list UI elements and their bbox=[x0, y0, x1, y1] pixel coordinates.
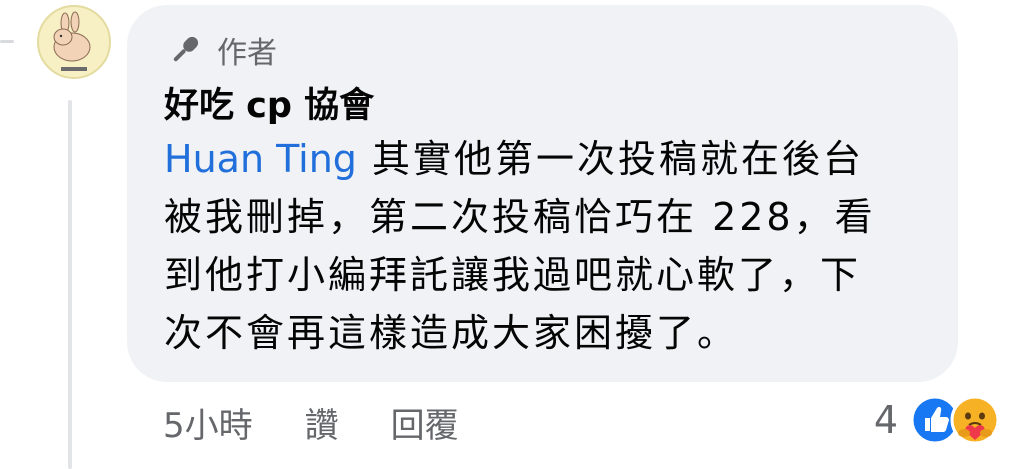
comment-actions: 5小時 讚 回覆 bbox=[163, 395, 459, 449]
thread-connector-vertical bbox=[68, 100, 72, 469]
reaction-count: 4 bbox=[873, 398, 898, 442]
mention-link[interactable]: Huan Ting bbox=[164, 137, 357, 181]
comment-author-name[interactable]: 好吃 cp 協會 bbox=[164, 77, 374, 128]
microphone-icon bbox=[167, 32, 203, 68]
care-icon bbox=[950, 395, 1000, 445]
reaction-summary[interactable]: 4 bbox=[874, 392, 1000, 448]
like-button[interactable]: 讚 bbox=[305, 398, 339, 447]
comment-line-1: Huan Ting 其實他第一次投稿就在後台 bbox=[164, 130, 939, 188]
comment-line-1-text: 其實他第一次投稿就在後台 bbox=[356, 137, 865, 181]
avatar[interactable] bbox=[37, 5, 111, 79]
comment-timestamp[interactable]: 5小時 bbox=[163, 398, 253, 447]
author-badge-label: 作者 bbox=[217, 36, 277, 71]
comment-line-3: 到他打小編拜託讓我過吧就心軟了，下 bbox=[164, 253, 862, 297]
comment-line-4: 次不會再這樣造成大家困擾了。 bbox=[164, 311, 739, 355]
comment-line-2: 被我刪掉，第二次投稿恰巧在 228，看 bbox=[164, 195, 876, 239]
comment-body: Huan Ting 其實他第一次投稿就在後台 被我刪掉，第二次投稿恰巧在 228… bbox=[164, 130, 939, 362]
thread-connector-horizontal bbox=[0, 40, 14, 43]
reply-button[interactable]: 回覆 bbox=[391, 398, 459, 447]
rabbit-avatar-icon bbox=[53, 11, 91, 71]
author-badge: 作者 bbox=[167, 29, 277, 71]
